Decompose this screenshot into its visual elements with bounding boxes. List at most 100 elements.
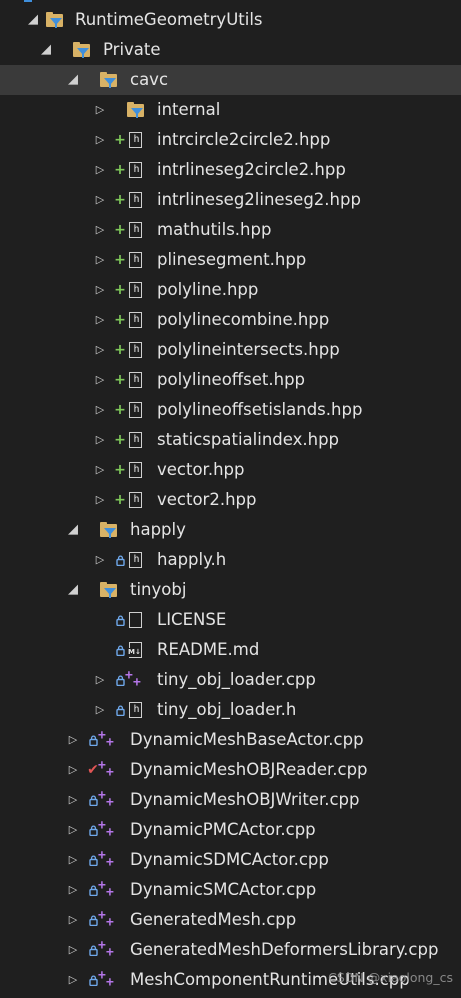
file-row[interactable]: ▷ + h polylineoffset.hpp [0,365,461,395]
pending-add-icon: + [114,342,126,358]
collapsed-arrow-icon[interactable]: ▷ [94,425,106,455]
expanded-arrow-icon[interactable]: ◢ [67,575,79,605]
pending-add-icon: + [114,132,126,148]
file-row[interactable]: ▷ h tiny_obj_loader.h [0,695,461,725]
tree-item-label: vector2.hpp [157,490,257,509]
header-file-icon: h [127,155,145,185]
folder-row[interactable]: ◢ Private [0,35,461,65]
file-row[interactable]: ▷ + h polyline.hpp [0,275,461,305]
file-row[interactable]: ▷ + h vector.hpp [0,455,461,485]
pending-add-icon: + [114,192,126,208]
file-row[interactable]: ▷ + + GeneratedMeshDeformersLibrary.cpp [0,935,461,965]
tree-item-label: GeneratedMesh.cpp [130,910,297,929]
tree-item-label: README.md [157,640,260,659]
tree-item-label: polyline.hpp [157,280,259,299]
header-file-icon: h [127,395,145,425]
tree-item-label: polylineoffsetislands.hpp [157,400,363,419]
collapsed-arrow-icon[interactable]: ▷ [94,125,106,155]
tree-item-label: DynamicSMCActor.cpp [130,880,317,899]
header-file-icon: h [127,305,145,335]
collapsed-arrow-icon[interactable]: ▷ [67,725,79,755]
file-row[interactable]: ▷ + h intrcircle2circle2.hpp [0,125,461,155]
file-row[interactable]: ▷ + h polylineoffsetislands.hpp [0,395,461,425]
file-row[interactable]: ▷ + h intrlineseg2circle2.hpp [0,155,461,185]
collapsed-arrow-icon[interactable]: ▷ [94,485,106,515]
file-row[interactable]: ▷ + + GeneratedMesh.cpp [0,905,461,935]
file-row[interactable]: LICENSE [0,605,461,635]
collapsed-arrow-icon[interactable]: ▷ [94,245,106,275]
collapsed-arrow-icon[interactable]: ▷ [94,365,106,395]
header-file-icon: h [127,125,145,155]
tree-item-label: Private [103,40,161,59]
tree-item-label: DynamicPMCActor.cpp [130,820,316,839]
collapsed-arrow-icon[interactable]: ▷ [67,935,79,965]
file-row[interactable]: ▷ h happly.h [0,545,461,575]
collapsed-arrow-icon[interactable]: ▷ [94,305,106,335]
file-row[interactable]: ▷ + + DynamicPMCActor.cpp [0,815,461,845]
collapsed-arrow-icon[interactable]: ▷ [67,875,79,905]
tree-item-label: plinesegment.hpp [157,250,307,269]
file-row[interactable]: ▷ + + DynamicMeshOBJWriter.cpp [0,785,461,815]
tree-item-label: vector.hpp [157,460,245,479]
collapsed-arrow-icon[interactable]: ▷ [94,455,106,485]
folder-row[interactable]: ▷ internal [0,95,461,125]
tree-item-label: staticspatialindex.hpp [157,430,340,449]
header-file-icon: h [127,245,145,275]
tree-item-label: LICENSE [157,610,227,629]
pending-add-icon: + [114,432,126,448]
collapsed-arrow-icon[interactable]: ▷ [67,845,79,875]
tree-item-label: DynamicMeshOBJReader.cpp [130,760,368,779]
cpp-file-icon: + + [98,968,114,990]
header-file-icon: h [127,455,145,485]
file-row[interactable]: ▷ + h polylinecombine.hpp [0,305,461,335]
tree-item-label: cavc [130,70,169,89]
collapsed-arrow-icon[interactable]: ▷ [67,785,79,815]
file-row[interactable]: ▷ ✔ + + DynamicMeshOBJReader.cpp [0,755,461,785]
file-row[interactable]: ▷ + h polylineintersects.hpp [0,335,461,365]
pending-add-icon: + [114,282,126,298]
tree-item-label: mathutils.hpp [157,220,272,239]
collapsed-arrow-icon[interactable]: ▷ [94,335,106,365]
cpp-file-icon: + + [125,668,141,690]
checked-in-lock-icon [113,545,127,577]
expanded-arrow-icon[interactable]: ◢ [27,5,39,35]
header-file-icon: h [127,365,145,395]
file-row[interactable]: ▷ + h mathutils.hpp [0,215,461,245]
collapsed-arrow-icon[interactable]: ▷ [94,95,106,125]
collapsed-arrow-icon[interactable]: ▷ [94,215,106,245]
collapsed-arrow-icon[interactable]: ▷ [94,545,106,575]
expanded-arrow-icon[interactable]: ◢ [67,515,79,545]
filter-folder-icon [45,5,63,35]
folder-row[interactable]: ◢ happly [0,515,461,545]
folder-row[interactable]: ◢ tinyobj [0,575,461,605]
collapsed-arrow-icon[interactable]: ▷ [94,665,106,695]
folder-row[interactable]: ◢ cavc [0,65,461,95]
file-row[interactable]: ▷ + + DynamicSMCActor.cpp [0,875,461,905]
pending-add-icon: + [114,372,126,388]
collapsed-arrow-icon[interactable]: ▷ [94,275,106,305]
collapsed-arrow-icon[interactable]: ▷ [94,185,106,215]
tree-item-label: polylineintersects.hpp [157,340,340,359]
collapsed-arrow-icon[interactable]: ▷ [94,395,106,425]
collapsed-arrow-icon[interactable]: ▷ [94,155,106,185]
header-file-icon: h [127,545,145,575]
collapsed-arrow-icon[interactable]: ▷ [67,755,79,785]
file-row[interactable]: M↓ README.md [0,635,461,665]
file-row[interactable]: ▷ + h plinesegment.hpp [0,245,461,275]
tree-item-label: happly [130,520,186,539]
tree-item-label: internal [157,100,221,119]
folder-row[interactable]: ◢ RuntimeGeometryUtils [0,5,461,35]
file-row[interactable]: ▷ + h intrlineseg2lineseg2.hpp [0,185,461,215]
file-row[interactable]: ▷ + h staticspatialindex.hpp [0,425,461,455]
collapsed-arrow-icon[interactable]: ▷ [67,965,79,995]
pending-add-icon: + [114,312,126,328]
expanded-arrow-icon[interactable]: ◢ [40,35,52,65]
file-row[interactable]: ▷ + + DynamicMeshBaseActor.cpp [0,725,461,755]
expanded-arrow-icon[interactable]: ◢ [67,65,79,95]
collapsed-arrow-icon[interactable]: ▷ [67,815,79,845]
collapsed-arrow-icon[interactable]: ▷ [67,905,79,935]
file-row[interactable]: ▷ + + DynamicSDMCActor.cpp [0,845,461,875]
file-row[interactable]: ▷ + h vector2.hpp [0,485,461,515]
file-row[interactable]: ▷ + + tiny_obj_loader.cpp [0,665,461,695]
tree-item-label: happly.h [157,550,227,569]
